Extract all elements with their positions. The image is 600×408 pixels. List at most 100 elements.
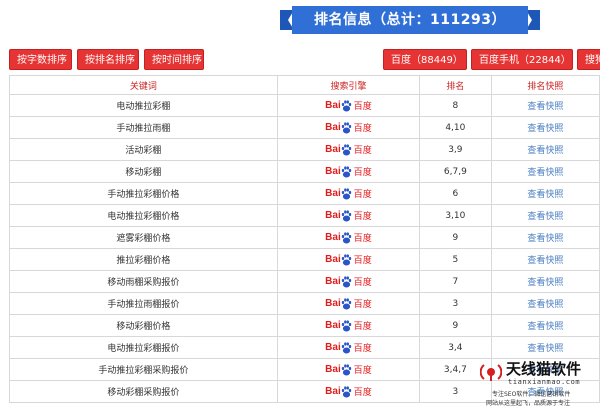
engine-cell: Bai 百度 xyxy=(276,138,421,161)
baidu-logo-text: Bai xyxy=(325,166,341,177)
baidu-logo: Bai 百度 xyxy=(325,121,372,135)
keyword-cell: 手动推拉雨棚报价 xyxy=(9,292,278,315)
baidu-mobile-filter-button[interactable]: 百度手机（22844） xyxy=(471,49,573,70)
keyword-cell: 推拉彩棚价格 xyxy=(9,248,278,271)
banner-title: 排名信息（总计：111293） xyxy=(314,12,506,28)
sort-by-time-button[interactable]: 按时间排序 xyxy=(144,49,204,70)
snapshot-cell: 查看快照 xyxy=(490,226,600,249)
view-snapshot-link[interactable]: 查看快照 xyxy=(527,212,563,222)
snapshot-cell: 查看快照 xyxy=(490,248,600,271)
view-snapshot-link[interactable]: 查看快照 xyxy=(527,168,563,178)
keyword-cell: 移动彩棚价格 xyxy=(9,314,278,337)
sort-by-rank-button[interactable]: 按排名排序 xyxy=(77,49,139,70)
baidu-logo: Bai 百度 xyxy=(325,275,372,289)
baidu-logo-text: Bai xyxy=(325,122,341,133)
view-snapshot-link[interactable]: 查看快照 xyxy=(527,256,563,266)
engine-cell: Bai 百度 xyxy=(276,248,421,271)
baidu-logo: Bai 百度 xyxy=(325,99,372,113)
keyword-cell: 活动彩棚 xyxy=(9,138,278,161)
snapshot-cell: 查看快照 xyxy=(490,314,600,337)
watermark-domain: tianxianmao.com xyxy=(508,378,581,386)
baidu-paw-icon xyxy=(342,231,352,243)
engine-cell: Bai 百度 xyxy=(276,314,421,337)
view-snapshot-link[interactable]: 查看快照 xyxy=(527,190,563,200)
snapshot-cell: 查看快照 xyxy=(490,138,600,161)
baidu-logo: Bai 百度 xyxy=(325,143,372,157)
snapshot-cell: 查看快照 xyxy=(490,94,600,117)
rank-cell: 4,10 xyxy=(419,116,492,139)
rank-cell: 3,10 xyxy=(419,204,492,227)
baidu-paw-icon xyxy=(342,165,352,177)
view-snapshot-link[interactable]: 查看快照 xyxy=(527,322,563,332)
baidu-logo-cn: 百度 xyxy=(353,212,372,222)
snapshot-cell: 查看快照 xyxy=(490,116,600,139)
baidu-logo-text: Bai xyxy=(325,342,341,353)
baidu-paw-icon xyxy=(342,187,352,199)
rank-cell: 8 xyxy=(419,94,492,117)
sogou-filter-button[interactable]: 搜狗 xyxy=(577,49,600,70)
engine-cell: Bai 百度 xyxy=(276,380,421,403)
rank-info-banner: 排名信息（总计：111293） xyxy=(280,6,540,34)
table-row: 遮雾彩棚价格 Bai 百度 9 查看快照 xyxy=(9,226,600,249)
view-snapshot-link[interactable]: 查看快照 xyxy=(527,146,563,156)
table-row: 手动推拉雨棚报价 Bai 百度 3 查看快照 xyxy=(9,292,600,315)
engine-cell: Bai 百度 xyxy=(276,182,421,205)
sort-by-word-button[interactable]: 按字数排序 xyxy=(9,49,72,70)
keyword-cell: 手动推拉彩棚采购报价 xyxy=(9,358,278,381)
baidu-logo-text: Bai xyxy=(325,298,341,309)
table-header-row: 关键词 搜索引擎 排名 排名快照 xyxy=(9,75,600,95)
keyword-cell: 遮雾彩棚价格 xyxy=(9,226,278,249)
baidu-paw-icon xyxy=(342,253,352,265)
baidu-logo-text: Bai xyxy=(325,254,341,265)
baidu-logo-cn: 百度 xyxy=(353,344,372,354)
baidu-logo: Bai 百度 xyxy=(325,363,372,377)
baidu-paw-icon xyxy=(342,341,352,353)
table-row: 移动彩棚 Bai 百度 6,7,9 查看快照 xyxy=(9,160,600,183)
view-snapshot-link[interactable]: 查看快照 xyxy=(527,344,563,354)
baidu-logo-text: Bai xyxy=(325,144,341,155)
table-row: 移动雨棚采购报价 Bai 百度 7 查看快照 xyxy=(9,270,600,293)
baidu-logo-cn: 百度 xyxy=(353,388,372,398)
baidu-paw-icon xyxy=(342,385,352,397)
baidu-logo: Bai 百度 xyxy=(325,341,372,355)
antenna-cat-logo-icon xyxy=(480,364,502,381)
snapshot-cell: 查看快照 xyxy=(490,204,600,227)
baidu-logo-cn: 百度 xyxy=(353,146,372,156)
view-snapshot-link[interactable]: 查看快照 xyxy=(527,278,563,288)
engine-cell: Bai 百度 xyxy=(276,204,421,227)
keyword-cell: 电动推拉彩棚 xyxy=(9,94,278,117)
baidu-logo-cn: 百度 xyxy=(353,102,372,112)
baidu-paw-icon xyxy=(342,363,352,375)
table-row: 活动彩棚 Bai 百度 3,9 查看快照 xyxy=(9,138,600,161)
baidu-logo-text: Bai xyxy=(325,232,341,243)
baidu-logo: Bai 百度 xyxy=(325,231,372,245)
snapshot-cell: 查看快照 xyxy=(490,182,600,205)
table-row: 电动推拉彩棚价格 Bai 百度 3,10 查看快照 xyxy=(9,204,600,227)
baidu-logo: Bai 百度 xyxy=(325,297,372,311)
baidu-logo-text: Bai xyxy=(325,364,341,375)
view-snapshot-link[interactable]: 查看快照 xyxy=(527,234,563,244)
rank-cell: 3,9 xyxy=(419,138,492,161)
baidu-logo-cn: 百度 xyxy=(353,234,372,244)
view-snapshot-link[interactable]: 查看快照 xyxy=(527,300,563,310)
view-snapshot-link[interactable]: 查看快照 xyxy=(527,124,563,134)
baidu-logo-cn: 百度 xyxy=(353,190,372,200)
keyword-cell: 手动推拉雨棚 xyxy=(9,116,278,139)
engine-cell: Bai 百度 xyxy=(276,94,421,117)
baidu-paw-icon xyxy=(342,121,352,133)
baidu-filter-button[interactable]: 百度（88449） xyxy=(383,49,467,70)
table-row: 移动彩棚价格 Bai 百度 9 查看快照 xyxy=(9,314,600,337)
view-snapshot-link[interactable]: 查看快照 xyxy=(527,102,563,112)
baidu-paw-icon xyxy=(342,209,352,221)
snapshot-cell: 查看快照 xyxy=(490,292,600,315)
baidu-logo-text: Bai xyxy=(325,386,341,397)
keyword-cell: 移动彩棚 xyxy=(9,160,278,183)
baidu-paw-icon xyxy=(342,275,352,287)
baidu-logo: Bai 百度 xyxy=(325,385,372,399)
header-rank: 排名 xyxy=(419,75,492,95)
snapshot-cell: 查看快照 xyxy=(490,270,600,293)
baidu-logo-cn: 百度 xyxy=(353,322,372,332)
rank-cell: 3 xyxy=(419,292,492,315)
engine-cell: Bai 百度 xyxy=(276,358,421,381)
baidu-logo-text: Bai xyxy=(325,100,341,111)
